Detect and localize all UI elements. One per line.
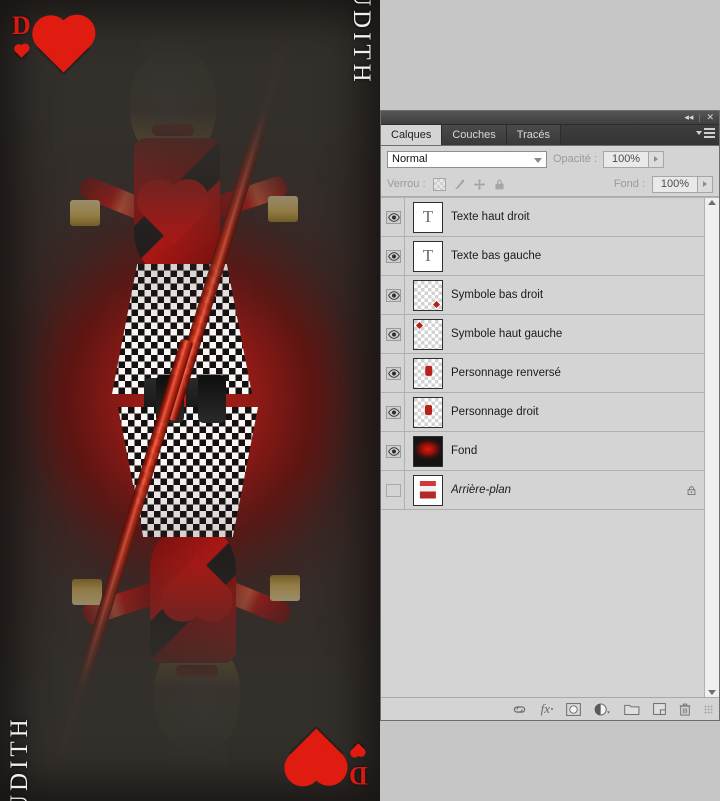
card-text-bottom-left: JUDITH (5, 715, 33, 801)
layer-name[interactable]: Arrière-plan (451, 484, 678, 496)
tab-calques[interactable]: Calques (381, 125, 443, 145)
blend-mode-select[interactable]: Normal (387, 150, 547, 168)
layer-visibility-cell[interactable] (383, 432, 405, 470)
table-row[interactable]: T Texte haut droit (381, 198, 704, 237)
table-row[interactable]: T Texte bas gauche (381, 237, 704, 276)
hamburger-icon (704, 128, 715, 138)
blend-mode-row: Normal Opacité : 100% (381, 146, 719, 172)
chevron-down-icon (534, 157, 542, 163)
chevron-down-icon (696, 131, 702, 135)
eye-icon[interactable] (386, 366, 401, 380)
layer-thumbnail[interactable] (413, 474, 443, 506)
layer-lock-badge (678, 485, 704, 496)
layer-list-empty-space (381, 510, 704, 697)
panel-footer-toolbar: fx (381, 697, 719, 720)
table-row[interactable]: Personnage droit (381, 393, 704, 432)
eye-icon[interactable] (386, 405, 401, 419)
eye-icon[interactable] (386, 249, 401, 263)
layer-visibility-cell[interactable] (383, 237, 405, 275)
layer-list-scrollbar[interactable] (704, 198, 719, 697)
layer-thumbnail[interactable] (413, 279, 443, 311)
lock-row: Verrou : Fond : 100% (381, 172, 719, 197)
layer-visibility-cell[interactable] (383, 471, 405, 509)
lock-transparency-icon[interactable] (432, 177, 446, 191)
layer-visibility-cell[interactable] (383, 276, 405, 314)
corner-big-heart-bottom-right (290, 721, 343, 781)
corner-rank-top-left: D (12, 11, 31, 40)
eye-icon[interactable] (386, 288, 401, 302)
panel-tab-row: Calques Couches Tracés (381, 125, 719, 146)
corner-rank-bottom-right: D (349, 761, 368, 790)
eye-icon[interactable] (386, 210, 401, 224)
corner-pip-bottom-right: D (290, 721, 368, 790)
layer-visibility-cell[interactable] (383, 354, 405, 392)
link-layers-icon[interactable] (511, 704, 528, 715)
table-row[interactable]: Symbole bas droit (381, 276, 704, 315)
screen: D D JUDITH JUDITH ◂◂ ✕ Calques Couches T… (0, 0, 720, 801)
panel-titlebar: ◂◂ ✕ (381, 111, 719, 125)
close-panel-icon[interactable]: ✕ (704, 113, 716, 122)
eye-icon[interactable] (386, 483, 401, 497)
titlebar-separator (699, 113, 701, 122)
layer-thumbnail[interactable]: T (413, 240, 443, 272)
layer-thumbnail[interactable] (413, 318, 443, 350)
opacity-label: Opacité : (553, 153, 598, 165)
card-text-top-right: JUDITH (347, 0, 375, 86)
adjustment-layer-icon[interactable] (594, 702, 611, 716)
layer-name[interactable]: Texte haut droit (451, 211, 678, 223)
layer-thumbnail[interactable] (413, 357, 443, 389)
layer-thumbnail[interactable] (413, 435, 443, 467)
layers-panel: ◂◂ ✕ Calques Couches Tracés Normal Opaci… (380, 110, 720, 721)
layer-thumbnail[interactable]: T (413, 201, 443, 233)
eye-icon[interactable] (386, 327, 401, 341)
corner-suit-top-left (15, 43, 28, 59)
opacity-input[interactable]: 100% (603, 150, 650, 168)
layer-visibility-cell[interactable] (383, 315, 405, 353)
corner-pip-top-left: D (12, 11, 90, 80)
new-layer-icon[interactable] (653, 703, 666, 715)
layer-name[interactable]: Symbole haut gauche (451, 328, 678, 340)
table-row[interactable]: Symbole haut gauche (381, 315, 704, 354)
new-group-icon[interactable] (624, 703, 640, 715)
blend-mode-value: Normal (392, 153, 428, 165)
fill-stepper[interactable] (698, 175, 713, 193)
corner-big-heart-top-left (37, 20, 90, 80)
table-row[interactable]: Personnage renversé (381, 354, 704, 393)
fill-input[interactable]: 100% (652, 175, 698, 193)
lock-label: Verrou : (387, 178, 426, 190)
corner-suit-bottom-right (352, 742, 365, 758)
lock-position-icon[interactable] (473, 178, 486, 191)
layer-name[interactable]: Symbole bas droit (451, 289, 678, 301)
fill-label: Fond : (613, 178, 645, 190)
eye-icon[interactable] (386, 444, 401, 458)
opacity-stepper[interactable] (649, 150, 665, 168)
layer-visibility-cell[interactable] (383, 198, 405, 236)
layer-list-wrap: T Texte haut droit T Texte bas gauche Sy… (381, 197, 719, 697)
layer-mask-icon[interactable] (566, 702, 581, 716)
scroll-up-arrow-icon[interactable] (708, 200, 716, 205)
card-edge-shadow (0, 0, 380, 801)
panel-resize-grip[interactable] (704, 704, 713, 714)
tab-couches[interactable]: Couches (442, 125, 507, 145)
layer-name[interactable]: Fond (451, 445, 678, 457)
playing-card-canvas: D D JUDITH JUDITH (0, 0, 380, 801)
collapse-panel-icon[interactable]: ◂◂ (682, 113, 695, 122)
layer-name[interactable]: Personnage droit (451, 406, 678, 418)
panel-menu-icon[interactable] (696, 128, 715, 138)
table-row[interactable]: Fond (381, 432, 704, 471)
table-row[interactable]: Arrière-plan (381, 471, 704, 510)
tab-traces[interactable]: Tracés (506, 125, 561, 145)
layer-list: T Texte haut droit T Texte bas gauche Sy… (381, 198, 704, 697)
lock-all-icon[interactable] (493, 178, 506, 191)
layer-visibility-cell[interactable] (383, 393, 405, 431)
delete-layer-icon[interactable] (679, 703, 691, 716)
layer-style-fx-icon[interactable]: fx (541, 701, 553, 717)
layer-name[interactable]: Personnage renversé (451, 367, 678, 379)
layer-thumbnail[interactable] (413, 396, 443, 428)
scroll-down-arrow-icon[interactable] (708, 690, 716, 695)
lock-image-icon[interactable] (453, 178, 466, 191)
layer-name[interactable]: Texte bas gauche (451, 250, 678, 262)
